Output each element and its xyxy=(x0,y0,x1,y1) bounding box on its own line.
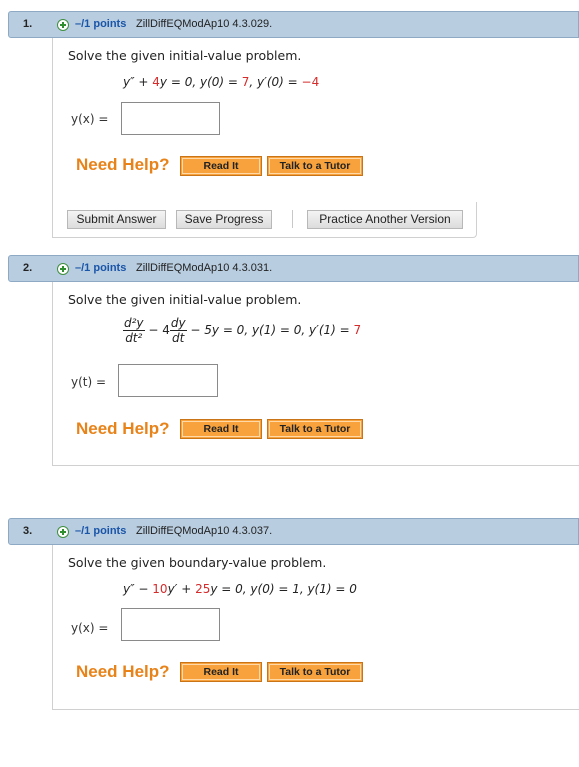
talk-to-tutor-button[interactable]: Talk to a Tutor xyxy=(267,662,363,682)
question-prompt: Solve the given initial-value problem. xyxy=(68,292,302,307)
question-body: Solve the given boundary-value problem. … xyxy=(52,545,579,710)
question-code: ZillDiffEQModAp10 4.3.031. xyxy=(136,262,273,274)
equation: y″ − 10y′ + 25y = 0, y(0) = 1, y(1) = 0 xyxy=(123,582,357,596)
answer-label: y(x) = xyxy=(71,621,109,635)
submit-answer-button[interactable]: Submit Answer xyxy=(67,210,166,229)
equation: d²y dt² − 4 dy dt − 5y = 0, y(1) = 0, y′(1)… xyxy=(123,316,362,345)
talk-to-tutor-button[interactable]: Talk to a Tutor xyxy=(267,419,363,439)
question-code: ZillDiffEQModAp10 4.3.037. xyxy=(136,525,273,537)
need-help-label: Need Help? xyxy=(76,155,170,174)
question-code: ZillDiffEQModAp10 4.3.029. xyxy=(136,18,273,30)
dy-dt-fraction: dy dt xyxy=(169,316,187,345)
question-header: 1. –/1 points ZillDiffEQModAp10 4.3.029. xyxy=(8,11,579,38)
answer-label: y(x) = xyxy=(71,112,109,126)
question-prompt: Solve the given boundary-value problem. xyxy=(68,555,327,570)
talk-to-tutor-button[interactable]: Talk to a Tutor xyxy=(267,156,363,176)
question-body: Solve the given initial-value problem. d… xyxy=(52,282,579,466)
question-number: 2. xyxy=(23,262,33,274)
plus-circle-icon[interactable] xyxy=(57,19,69,31)
save-progress-button[interactable]: Save Progress xyxy=(176,210,272,229)
question-number: 1. xyxy=(23,18,33,30)
answer-input[interactable] xyxy=(118,364,218,397)
divider xyxy=(292,210,293,228)
plus-circle-icon[interactable] xyxy=(57,263,69,275)
answer-input[interactable] xyxy=(121,102,220,135)
points-label: –/1 points xyxy=(75,262,127,274)
points-label: –/1 points xyxy=(75,525,127,537)
read-it-button[interactable]: Read It xyxy=(180,156,262,176)
need-help-label: Need Help? xyxy=(76,662,170,681)
question-number: 3. xyxy=(23,525,33,537)
points-label: –/1 points xyxy=(75,18,127,30)
answer-input[interactable] xyxy=(121,608,220,641)
equation: y″ + 4y = 0, y(0) = 7, y′(0) = −4 xyxy=(123,75,320,89)
need-help-label: Need Help? xyxy=(76,419,170,438)
answer-label: y(t) = xyxy=(71,375,107,389)
read-it-button[interactable]: Read It xyxy=(180,662,262,682)
read-it-button[interactable]: Read It xyxy=(180,419,262,439)
question-prompt: Solve the given initial-value problem. xyxy=(68,48,302,63)
practice-another-version-button[interactable]: Practice Another Version xyxy=(307,210,463,229)
d2y-dt2-fraction: d²y dt² xyxy=(123,316,145,345)
plus-circle-icon[interactable] xyxy=(57,526,69,538)
question-header: 2. –/1 points ZillDiffEQModAp10 4.3.031. xyxy=(8,255,579,282)
question-header: 3. –/1 points ZillDiffEQModAp10 4.3.037. xyxy=(8,518,579,545)
